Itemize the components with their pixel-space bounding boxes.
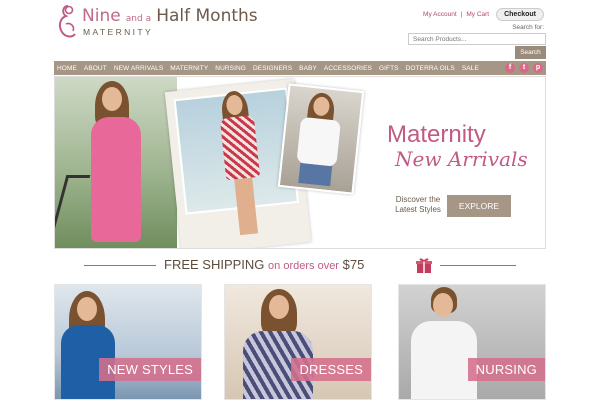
logo-tagline: MATERNITY [83, 27, 154, 37]
account-separator: | [460, 11, 463, 18]
my-cart-link[interactable]: My Cart [466, 11, 489, 18]
nav-item-baby[interactable]: BABY [299, 65, 317, 72]
nav-item-new-arrivals[interactable]: NEW ARRIVALS [114, 65, 163, 72]
account-links: My Account | My Cart Checkout [423, 8, 544, 21]
twitter-icon[interactable]: t [519, 63, 529, 73]
hero-model-1-face [102, 87, 122, 111]
search-input[interactable] [408, 33, 546, 45]
shipping-divider-right [440, 265, 516, 266]
hero-banner[interactable]: Maternity New Arrivals Discover the Late… [54, 76, 546, 249]
logo-word-half-months: Half Months [156, 6, 258, 26]
nav-item-doterra-oils[interactable]: DOTERRA OILS [406, 65, 455, 72]
logo-mother-icon [58, 5, 76, 38]
logo-wordmark: Nine and a Half Months [82, 6, 258, 26]
facebook-icon[interactable]: f [505, 63, 515, 73]
hero-model-2-dress [219, 115, 261, 181]
logo[interactable]: Nine and a Half Months MATERNITY [56, 4, 266, 40]
hero-discover-text: Discover the Latest Styles [387, 195, 449, 215]
nav-item-nursing[interactable]: NURSING [215, 65, 246, 72]
nav-item-sale[interactable]: SALE [462, 65, 479, 72]
shipping-free-label: FREE SHIPPING [164, 257, 265, 272]
hero-photo-chair [55, 175, 91, 245]
category-new-styles[interactable]: NEW STYLES [54, 284, 202, 400]
category-label-nursing[interactable]: NURSING [467, 358, 545, 381]
nav-item-about[interactable]: ABOUT [84, 65, 107, 72]
category-1-model-face [77, 297, 97, 321]
hero-model-3-shorts [298, 162, 333, 187]
shipping-divider-left [84, 265, 156, 266]
category-nursing[interactable]: NURSING [398, 284, 546, 400]
hero-model-3-shirt [296, 116, 341, 167]
category-dresses[interactable]: DRESSES [224, 284, 372, 400]
gift-icon [416, 258, 432, 273]
nav-item-maternity[interactable]: MATERNITY [170, 65, 208, 72]
main-nav: HOME ABOUT NEW ARRIVALS MATERNITY NURSIN… [54, 61, 546, 75]
logo-word-nine: Nine [82, 6, 121, 26]
search-for-label: Search for: [512, 24, 544, 31]
category-3-model-face [433, 293, 453, 317]
hero-subtitle: New Arrivals [395, 147, 528, 171]
hero-discover-line-1: Discover the [395, 195, 441, 204]
nav-item-accessories[interactable]: ACCESSORIES [324, 65, 372, 72]
explore-button[interactable]: EXPLORE [447, 195, 511, 217]
shipping-amount: $75 [342, 257, 365, 272]
nav-item-gifts[interactable]: GIFTS [379, 65, 399, 72]
category-label-dresses[interactable]: DRESSES [291, 358, 371, 381]
category-2-model-face [269, 295, 289, 319]
checkout-button[interactable]: Checkout [496, 8, 544, 21]
free-shipping-banner: FREE SHIPPING on orders over $75 [84, 257, 516, 273]
my-account-link[interactable]: My Account [423, 11, 457, 18]
hero-model-1-dress [91, 117, 141, 242]
shipping-text: FREE SHIPPING on orders over $75 [164, 257, 364, 272]
search-button[interactable]: Search [515, 46, 546, 59]
nav-item-designers[interactable]: DESIGNERS [253, 65, 292, 72]
nav-item-home[interactable]: HOME [57, 65, 77, 72]
social-links: f t p [505, 63, 543, 73]
hero-photo-white-shirt [277, 83, 365, 195]
pinterest-icon[interactable]: p [533, 63, 543, 73]
shipping-middle-label: on orders over [268, 260, 339, 272]
hero-discover-line-2: Latest Styles [395, 205, 441, 214]
hero-title: Maternity [387, 121, 486, 148]
hero-photo-pink-dress [55, 77, 177, 248]
category-label-new-styles[interactable]: NEW STYLES [99, 358, 201, 381]
logo-word-and-a: and a [125, 14, 152, 24]
